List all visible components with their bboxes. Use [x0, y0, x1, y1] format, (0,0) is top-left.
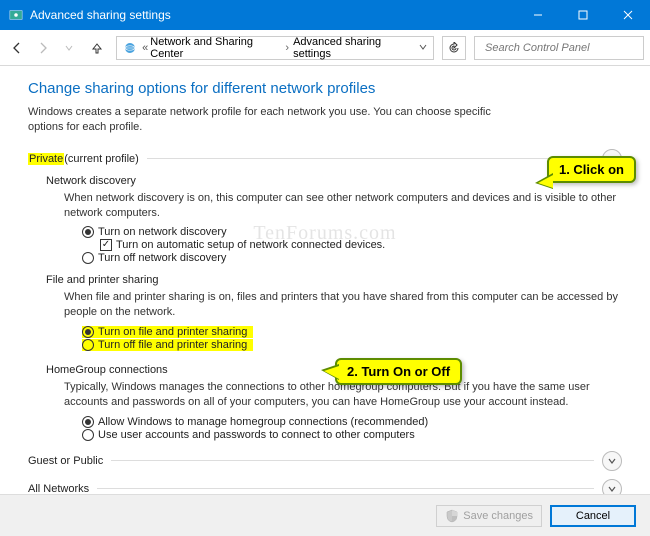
- radio-nd-on[interactable]: Turn on network discovery: [82, 226, 622, 238]
- section-label-all: All Networks: [28, 483, 89, 494]
- radio-hg-user[interactable]: Use user accounts and passwords to conne…: [82, 429, 622, 441]
- radio-icon: [82, 429, 94, 441]
- minimize-button[interactable]: [515, 0, 560, 30]
- search-input[interactable]: Search Control Panel: [474, 36, 644, 60]
- close-button[interactable]: [605, 0, 650, 30]
- section-header-all[interactable]: All Networks: [28, 479, 622, 494]
- window-title: Advanced sharing settings: [30, 8, 515, 22]
- divider: [97, 488, 594, 489]
- navbar: « Network and Sharing Center › Advanced …: [0, 30, 650, 66]
- annotation-callout-2: 2. Turn On or Off: [335, 358, 462, 385]
- refresh-button[interactable]: [442, 36, 466, 60]
- annotation-callout-1: 1. Click on: [547, 156, 636, 183]
- checkbox-nd-auto[interactable]: ✓ Turn on automatic setup of network con…: [100, 239, 622, 251]
- breadcrumb-back-chevron-icon[interactable]: «: [142, 42, 148, 54]
- radio-icon: [82, 252, 94, 264]
- page-title: Change sharing options for different net…: [28, 80, 622, 97]
- back-button[interactable]: [6, 37, 28, 59]
- nd-desc: When network discovery is on, this compu…: [64, 191, 622, 221]
- section-label-guest: Guest or Public: [28, 455, 103, 467]
- checkbox-icon: ✓: [100, 239, 112, 251]
- chevron-right-icon: ›: [285, 42, 289, 54]
- radio-icon: [82, 226, 94, 238]
- window-controls: [515, 0, 650, 30]
- radio-nd-off[interactable]: Turn off network discovery: [82, 252, 622, 264]
- page-description: Windows creates a separate network profi…: [28, 105, 622, 135]
- breadcrumb[interactable]: « Network and Sharing Center › Advanced …: [116, 36, 434, 60]
- subsection-file-printer-sharing: File and printer sharing When file and p…: [46, 274, 622, 354]
- section-label-private: Private: [28, 153, 64, 165]
- radio-icon: [82, 416, 94, 428]
- shield-icon: [445, 509, 459, 523]
- expand-toggle-guest[interactable]: [602, 451, 622, 471]
- content-area: TenForums.com Change sharing options for…: [0, 66, 650, 494]
- network-center-icon: [122, 40, 137, 56]
- radio-fps-off[interactable]: Turn off file and printer sharing: [82, 339, 253, 351]
- divider: [111, 460, 594, 461]
- divider: [147, 158, 594, 159]
- up-button[interactable]: [86, 37, 108, 59]
- expand-toggle-all[interactable]: [602, 479, 622, 494]
- breadcrumb-item[interactable]: Network and Sharing Center: [150, 36, 281, 60]
- control-panel-icon: [8, 7, 24, 23]
- breadcrumb-item[interactable]: Advanced sharing settings: [293, 36, 415, 60]
- breadcrumb-dropdown-icon[interactable]: [415, 42, 431, 54]
- radio-fps-on[interactable]: Turn on file and printer sharing: [82, 326, 253, 338]
- recent-dropdown-icon[interactable]: [58, 37, 80, 59]
- forward-button[interactable]: [32, 37, 54, 59]
- titlebar: Advanced sharing settings: [0, 0, 650, 30]
- bottom-bar: Save changes Cancel: [0, 494, 650, 536]
- section-suffix-private: (current profile): [64, 153, 139, 165]
- fps-desc: When file and printer sharing is on, fil…: [64, 290, 622, 320]
- section-header-private[interactable]: Private (current profile): [28, 149, 622, 169]
- save-changes-button[interactable]: Save changes: [436, 505, 542, 527]
- radio-icon: [82, 339, 94, 351]
- radio-icon: [82, 326, 94, 338]
- section-header-guest[interactable]: Guest or Public: [28, 451, 622, 471]
- maximize-button[interactable]: [560, 0, 605, 30]
- radio-hg-allow[interactable]: Allow Windows to manage homegroup connec…: [82, 416, 622, 428]
- cancel-button[interactable]: Cancel: [550, 505, 636, 527]
- search-placeholder: Search Control Panel: [485, 42, 590, 54]
- fps-title: File and printer sharing: [46, 274, 622, 286]
